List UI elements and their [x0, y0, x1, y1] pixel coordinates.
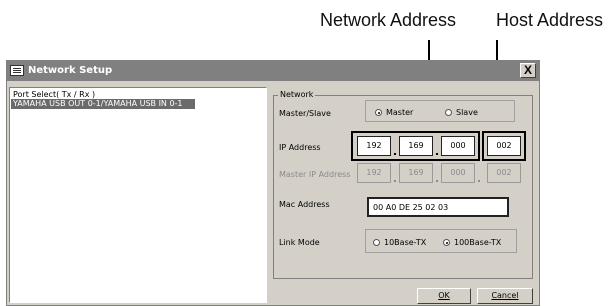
- network-setup-app-icon: [10, 65, 24, 76]
- slave-radio-label: Slave: [456, 108, 478, 117]
- master-ip-octet-2-input: 169: [399, 163, 433, 183]
- title-bar[interactable]: Network Setup X: [7, 61, 539, 81]
- network-setup-window: Network Setup X Port Select( Tx / Rx ) Y…: [6, 60, 540, 306]
- 10base-tx-radio-label: 10Base-TX: [384, 238, 427, 247]
- ok-button-label: OK: [438, 291, 450, 300]
- link-mode-label: Link Mode: [279, 238, 320, 247]
- master-ip-address-label: Master IP Address: [279, 170, 351, 179]
- ip-separator-dot: [394, 153, 396, 155]
- mac-address-field: 00 A0 DE 25 02 03: [367, 197, 509, 217]
- radio-selected-icon: [375, 109, 382, 116]
- master-ip-octet-4-input: 002: [487, 163, 521, 183]
- radio-selected-icon: [443, 239, 450, 246]
- 100base-tx-radio-label: 100Base-TX: [454, 238, 502, 247]
- ip-octet-3-input[interactable]: 000: [441, 136, 475, 156]
- cancel-button[interactable]: Cancel: [477, 288, 533, 304]
- 100base-tx-radio[interactable]: 100Base-TX: [443, 238, 501, 247]
- list-item[interactable]: YAMAHA USB OUT 0-1/YAMAHA USB IN 0-1: [11, 99, 195, 109]
- ip-separator-dot: [436, 153, 438, 155]
- master-radio-label: Master: [386, 108, 414, 117]
- window-title: Network Setup: [28, 65, 113, 76]
- port-select-header: Port Select( Tx / Rx ): [13, 90, 96, 99]
- mac-address-label: Mac Address: [279, 200, 330, 209]
- ok-button[interactable]: OK: [417, 288, 471, 304]
- master-radio[interactable]: Master: [375, 108, 413, 117]
- radio-unselected-icon: [373, 239, 380, 246]
- master-ip-octet-1-input: 192: [357, 163, 391, 183]
- master-ip-separator-dot: [478, 180, 480, 182]
- ip-octet-2-input[interactable]: 169: [399, 136, 433, 156]
- network-address-callout: Network Address: [320, 10, 457, 30]
- cancel-button-label: Cancel: [491, 291, 519, 300]
- radio-unselected-icon: [445, 109, 452, 116]
- ip-octet-4-input[interactable]: 002: [487, 136, 521, 156]
- master-slave-label: Master/Slave: [279, 109, 331, 118]
- ip-octet-1-input[interactable]: 192: [357, 136, 391, 156]
- port-select-list[interactable]: Port Select( Tx / Rx ) YAMAHA USB OUT 0-…: [9, 87, 267, 303]
- master-ip-separator-dot: [394, 180, 396, 182]
- close-button[interactable]: X: [520, 63, 536, 78]
- slave-radio[interactable]: Slave: [445, 108, 478, 117]
- ip-address-label: IP Address: [279, 143, 321, 152]
- master-ip-octet-3-input: 000: [441, 163, 475, 183]
- network-group-title: Network: [278, 90, 316, 99]
- 10base-tx-radio[interactable]: 10Base-TX: [373, 238, 426, 247]
- master-ip-separator-dot: [436, 180, 438, 182]
- host-address-callout: Host Address: [496, 10, 604, 30]
